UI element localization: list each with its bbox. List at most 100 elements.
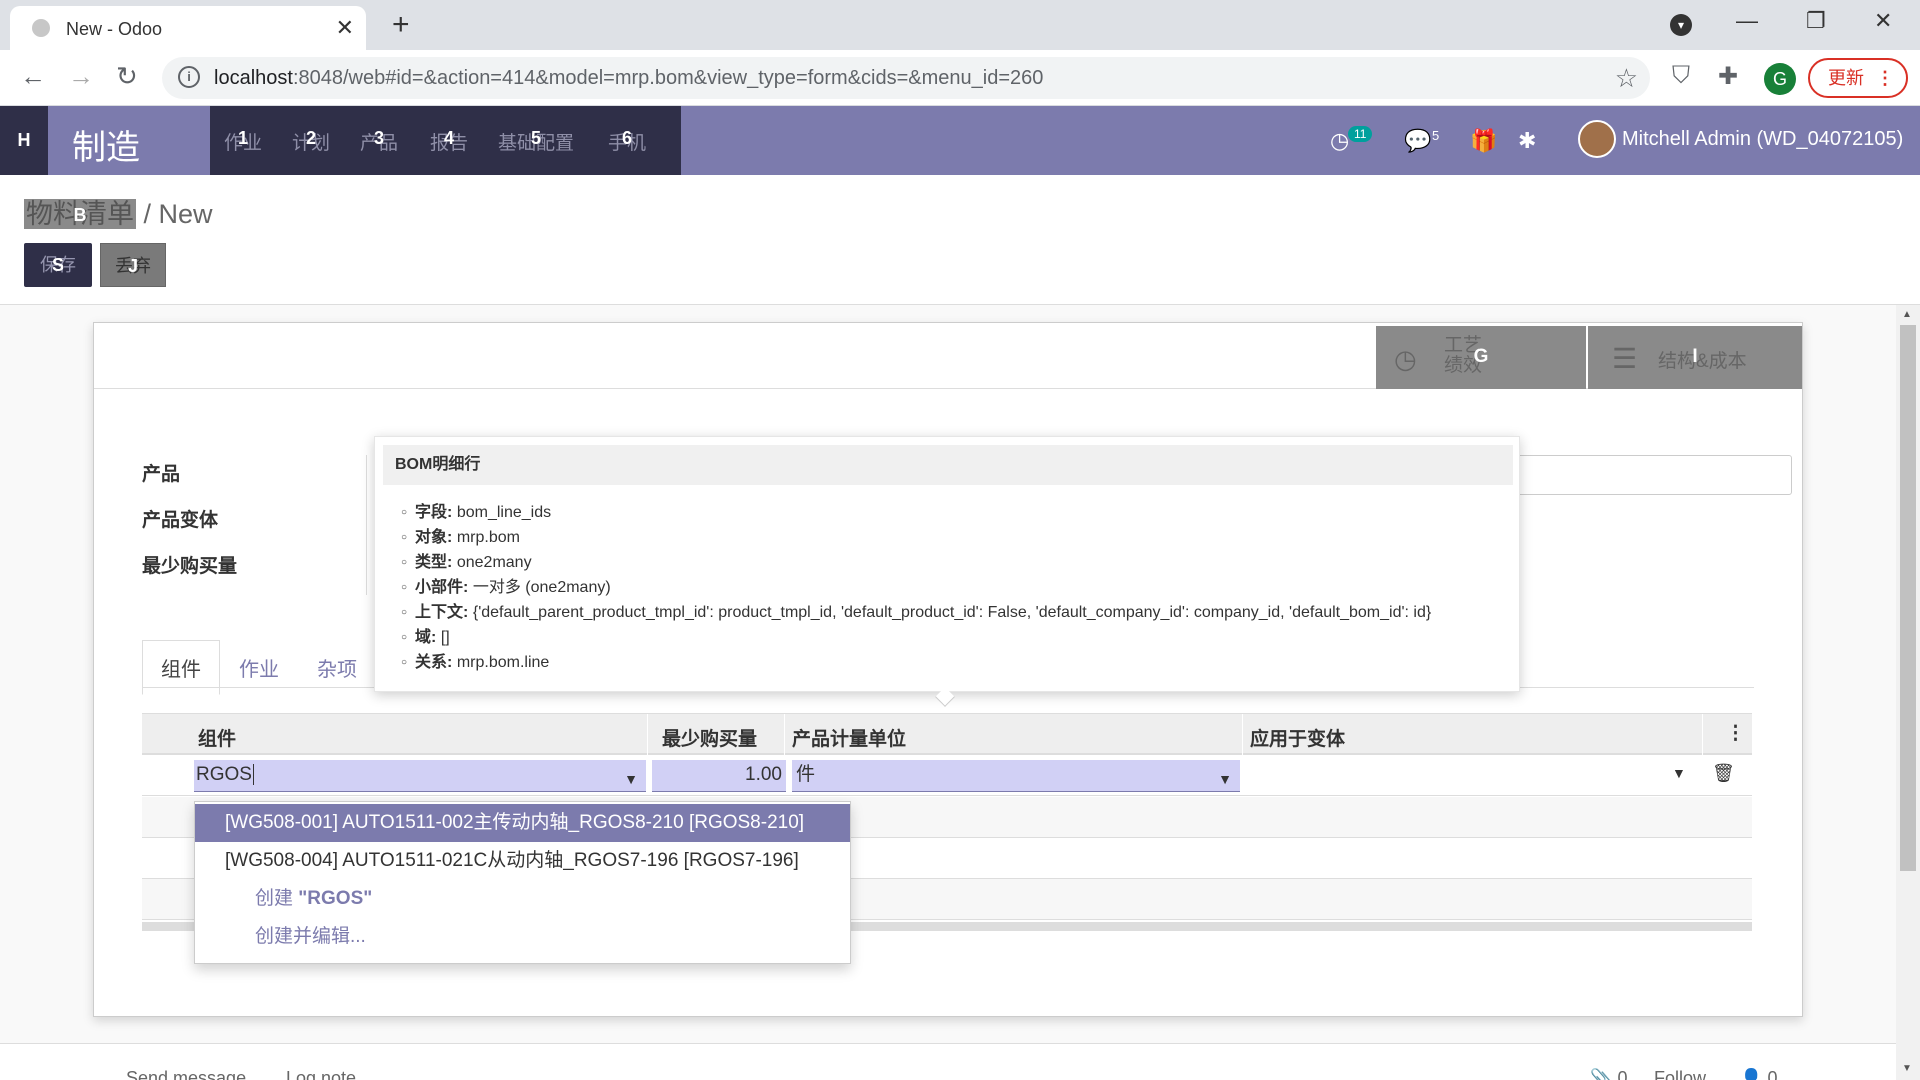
column-divider: [1242, 714, 1243, 756]
menu-products[interactable]: 产品 3: [360, 128, 398, 155]
clock-icon: ◷: [1394, 344, 1417, 374]
component-autocomplete-dropdown: [WG508-001] AUTO1511-002主传动内轴_RGOS8-210 …: [194, 801, 851, 964]
user-menu[interactable]: Mitchell Admin (WD_04072105): [1622, 128, 1903, 151]
breadcrumb-separator: /: [143, 199, 152, 229]
update-label: 更新: [1828, 68, 1864, 88]
chatter-bar: Send message Log note 📎 0 Follow 👤 0: [0, 1043, 1896, 1080]
paperclip-icon: 📎: [1590, 1068, 1613, 1080]
col-apply-variants[interactable]: 应用于变体: [1250, 724, 1345, 751]
tooltip-title: BOM明细行: [383, 445, 1513, 485]
optional-columns-icon[interactable]: ⋮: [1726, 722, 1745, 745]
followers-count[interactable]: 👤 0: [1740, 1068, 1777, 1080]
home-menu-button[interactable]: H: [0, 106, 48, 175]
more-menu-icon: ⋮: [1876, 68, 1894, 88]
url-text[interactable]: localhost:8048/web#id=&action=414&model=…: [214, 67, 1043, 90]
dropdown-caret-icon[interactable]: ▼: [1218, 764, 1232, 794]
tooltip-row: 关系: mrp.bom.line: [401, 650, 1431, 675]
variants-dropdown-caret-icon[interactable]: ▼: [1672, 765, 1686, 781]
update-button[interactable]: 更新 ⋮: [1808, 58, 1908, 98]
create-option[interactable]: 创建 "RGOS": [195, 880, 850, 918]
bom-lines-table-header: 组件 最少购买量 产品计量单位 应用于变体 ⋮: [142, 713, 1752, 756]
tooltip-row: 类型: one2many: [401, 550, 1431, 575]
bookmark-star-icon[interactable]: ☆: [1615, 63, 1638, 94]
tab-operations[interactable]: 作业: [239, 653, 279, 682]
browser-toolbar: ← → ↻ i localhost:8048/web#id=&action=41…: [0, 50, 1920, 106]
tooltip-row: 对象: mrp.bom: [401, 525, 1431, 550]
page-vertical-scrollbar[interactable]: ▲ ▼: [1896, 305, 1920, 1080]
field-debug-tooltip: BOM明细行 字段: bom_line_ids 对象: mrp.bom 类型: …: [374, 436, 1520, 692]
user-avatar[interactable]: [1578, 120, 1616, 158]
breadcrumb-bom-link[interactable]: 物料清单 B: [24, 199, 136, 229]
tooltip-row: 域: []: [401, 625, 1431, 650]
autocomplete-option[interactable]: [WG508-001] AUTO1511-002主传动内轴_RGOS8-210 …: [195, 804, 850, 842]
profile-avatar[interactable]: G: [1764, 63, 1796, 95]
follow-button[interactable]: Follow: [1654, 1068, 1706, 1080]
delete-row-trash-icon[interactable]: 🗑: [1712, 763, 1735, 784]
create-and-edit-option[interactable]: 创建并编辑...: [195, 918, 850, 956]
tab-search-icon[interactable]: ▾: [1670, 14, 1692, 36]
menu-planning[interactable]: 计划 2: [292, 128, 330, 155]
col-quantity[interactable]: 最少购买量: [662, 724, 757, 751]
extensions-puzzle-icon[interactable]: ✚: [1718, 62, 1738, 91]
column-divider: [784, 714, 785, 756]
debug-bug-icon[interactable]: ✱: [1518, 128, 1536, 154]
smart-button-box: ◷ 工艺 绩效 G ☰ 结构&成本 I: [94, 323, 1802, 389]
odoo-favicon-icon: [32, 19, 50, 37]
log-note-button[interactable]: Log note: [286, 1068, 356, 1080]
restore-icon[interactable]: ❐: [1806, 8, 1826, 34]
back-icon[interactable]: ←: [20, 61, 46, 92]
minimize-icon[interactable]: —: [1736, 8, 1758, 34]
col-component[interactable]: 组件: [198, 724, 236, 751]
uom-input[interactable]: 件 ▼: [792, 760, 1240, 792]
list-bars-icon: ☰: [1612, 343, 1638, 374]
reference-input[interactable]: [1514, 455, 1792, 495]
new-tab-icon[interactable]: +: [392, 8, 410, 42]
min-quantity-label: 最少购买量: [142, 556, 238, 577]
window-close-icon[interactable]: ✕: [1874, 8, 1892, 34]
person-icon: 👤: [1740, 1068, 1763, 1080]
send-message-button[interactable]: Send message: [126, 1068, 246, 1080]
menu-configuration[interactable]: 基础配置 5: [498, 128, 574, 155]
component-input[interactable]: RGOS ▼: [194, 760, 646, 792]
dropdown-caret-icon[interactable]: ▼: [624, 764, 638, 794]
tooltip-row: 字段: bom_line_ids: [401, 500, 1431, 525]
label-divider: [366, 455, 367, 595]
col-uom[interactable]: 产品计量单位: [792, 724, 906, 751]
browser-tab[interactable]: New - Odoo ✕: [10, 6, 366, 50]
structure-cost-button[interactable]: ☰ 结构&成本 I: [1588, 326, 1802, 389]
discard-button[interactable]: 丢弃 J: [100, 243, 166, 287]
shield-extension-icon[interactable]: ⛉: [1672, 62, 1690, 90]
app-brand[interactable]: 制造: [72, 120, 140, 169]
activity-clock-icon[interactable]: ◷: [1330, 128, 1349, 154]
autocomplete-option[interactable]: [WG508-004] AUTO1511-021C从动内轴_RGOS7-196 …: [195, 842, 850, 880]
reload-icon[interactable]: ↻: [116, 61, 138, 92]
odoo-main-navbar: H 制造 作业 1 计划 2 产品 3 报告 4 基础配置 5 手机 6 ◷ 11 💬 5 …: [0, 106, 1920, 175]
message-count: 5: [1432, 128, 1440, 143]
browser-tab-title: New - Odoo: [66, 19, 163, 39]
scrollbar-thumb[interactable]: [1900, 325, 1916, 871]
tab-miscellaneous[interactable]: 杂项: [317, 653, 357, 682]
column-divider: [647, 714, 648, 756]
menu-mobile[interactable]: 手机 6: [608, 128, 646, 155]
close-tab-icon[interactable]: ✕: [336, 15, 354, 41]
menu-reporting[interactable]: 报告 4: [430, 128, 468, 155]
structure-cost-label: 结构&成本: [1658, 351, 1747, 372]
breadcrumb: 物料清单 B / New: [24, 192, 213, 231]
product-label: 产品: [142, 464, 181, 485]
site-info-icon[interactable]: i: [178, 66, 200, 88]
address-bar[interactable]: i localhost:8048/web#id=&action=414&mode…: [162, 57, 1650, 99]
attachment-count[interactable]: 📎 0: [1590, 1068, 1627, 1080]
menu-operations[interactable]: 作业 1: [224, 128, 262, 155]
quantity-input[interactable]: 1.00: [652, 760, 786, 792]
save-button[interactable]: 保存 S: [24, 243, 92, 287]
table-row-editing: RGOS ▼ 1.00 件 ▼ ▼ 🗑: [142, 755, 1752, 796]
operations-performance-button[interactable]: ◷ 工艺 绩效 G: [1376, 326, 1586, 389]
scroll-down-icon[interactable]: ▼: [1902, 1063, 1912, 1074]
tooltip-row: 小部件: 一对多 (one2many): [401, 575, 1431, 600]
breadcrumb-current: New: [158, 199, 213, 229]
column-divider: [1702, 714, 1703, 756]
gift-icon[interactable]: 🎁: [1470, 128, 1497, 154]
messages-icon[interactable]: 💬: [1404, 128, 1431, 154]
forward-icon[interactable]: →: [68, 61, 94, 92]
scroll-up-icon[interactable]: ▲: [1902, 309, 1912, 320]
